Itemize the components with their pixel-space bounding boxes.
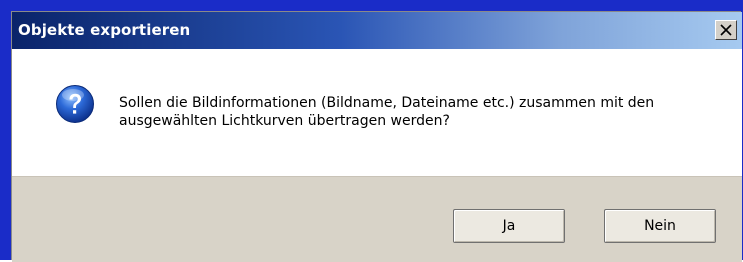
close-icon xyxy=(720,24,732,36)
message-text: Sollen die Bildinformationen (Bildname, … xyxy=(119,95,655,129)
button-area: Ja Nein xyxy=(12,176,742,262)
yes-button[interactable]: Ja xyxy=(453,209,565,243)
close-button[interactable] xyxy=(715,20,737,40)
question-icon xyxy=(56,85,94,123)
title-bar[interactable]: Objekte exportieren xyxy=(12,12,742,49)
dialog-content: Sollen die Bildinformationen (Bildname, … xyxy=(12,49,742,176)
window-title: Objekte exportieren xyxy=(18,21,191,39)
no-button[interactable]: Nein xyxy=(604,209,716,243)
dialog-frame: Objekte exportieren Sollen die Bildinfor… xyxy=(0,0,743,262)
dialog-window: Objekte exportieren Sollen die Bildinfor… xyxy=(11,11,742,262)
